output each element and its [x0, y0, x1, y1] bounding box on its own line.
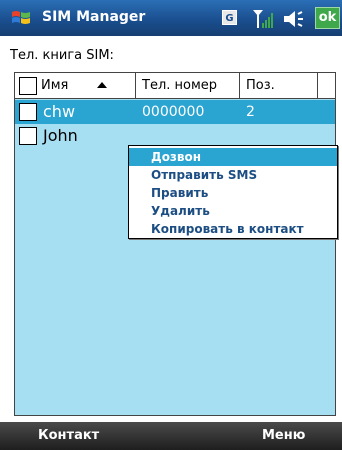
table-row[interactable]: chw 0000000 2	[15, 100, 335, 124]
app-title: SIM Manager	[42, 9, 146, 25]
contact-name: John	[43, 126, 78, 145]
contact-number: 0000000	[142, 104, 205, 120]
contact-name: chw	[43, 102, 76, 121]
column-header-spacer	[318, 73, 335, 99]
title-bar: SIM Manager G ok	[0, 0, 342, 36]
row-checkbox[interactable]	[19, 103, 37, 121]
volume-icon[interactable]	[282, 8, 306, 30]
sim-phonebook-label: Тел. книга SIM:	[10, 48, 114, 63]
list-header: Имя Тел. номер Поз.	[15, 73, 335, 99]
column-name-label: Имя	[41, 78, 69, 93]
context-menu: Дозвон Отправить SMS Править Удалить Коп…	[128, 145, 338, 239]
menu-item-call[interactable]: Дозвон	[129, 148, 337, 166]
row-checkbox[interactable]	[19, 127, 37, 145]
gprs-icon[interactable]: G	[222, 10, 237, 25]
column-header-position[interactable]: Поз.	[240, 73, 318, 99]
contacts-list[interactable]: Имя Тел. номер Поз. chw 0000000 2 John	[14, 72, 336, 416]
softkey-contact[interactable]: Контакт	[38, 422, 99, 450]
sort-ascending-icon	[97, 82, 107, 88]
ok-button[interactable]: ok	[315, 7, 340, 29]
softkey-bar: Контакт Меню	[0, 422, 342, 450]
softkey-menu[interactable]: Меню	[262, 422, 305, 450]
menu-item-copy-to-contact[interactable]: Копировать в контакт	[129, 220, 337, 238]
menu-item-edit[interactable]: Править	[129, 184, 337, 202]
menu-item-delete[interactable]: Удалить	[129, 202, 337, 220]
windows-start-icon[interactable]	[10, 7, 32, 29]
signal-strength-icon[interactable]	[251, 7, 275, 31]
select-all-checkbox[interactable]	[19, 77, 37, 95]
column-header-name[interactable]: Имя	[15, 73, 136, 99]
contact-position: 2	[246, 104, 255, 120]
menu-item-send-sms[interactable]: Отправить SMS	[129, 166, 337, 184]
column-header-number[interactable]: Тел. номер	[136, 73, 240, 99]
